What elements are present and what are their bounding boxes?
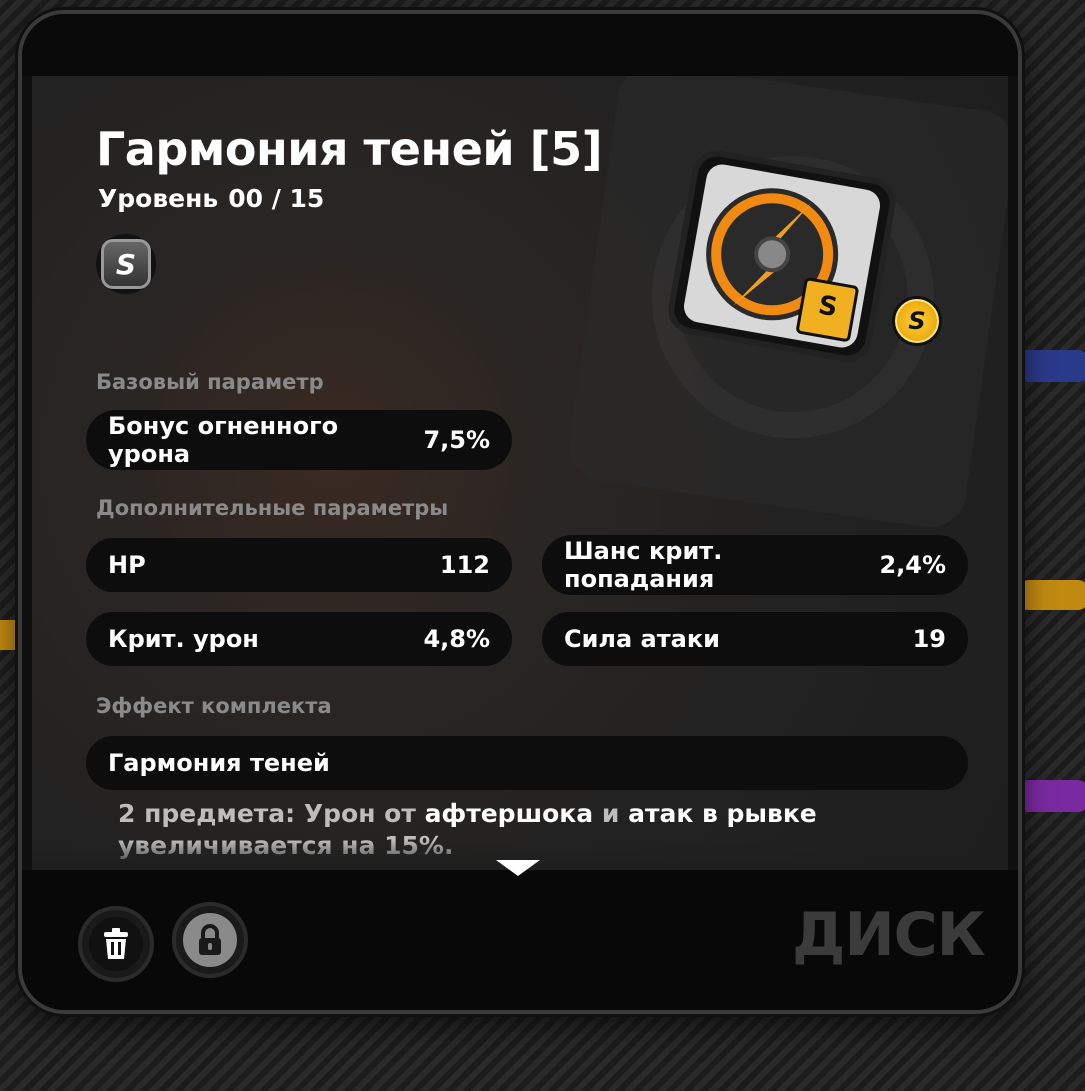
category-label: ДИСК	[792, 900, 986, 970]
lock-icon	[199, 924, 221, 955]
rank-letter: S	[101, 239, 151, 289]
item-title: Гармония теней [5]	[96, 122, 603, 176]
stat-label: Сила атаки	[564, 625, 720, 653]
stat-value: 19	[912, 625, 946, 653]
set-name: Гармония теней	[108, 749, 330, 777]
stat-label: Крит. урон	[108, 625, 259, 653]
rarity-letter: S	[895, 299, 939, 343]
disc-info-card: Гармония теней [5] Уровень 00 / 15 S S S …	[18, 10, 1022, 1014]
set-desc-keyword-dash: атак в рывке	[628, 799, 817, 828]
set-name-row: Гармония теней	[86, 736, 968, 790]
stat-value: 4,8%	[423, 625, 490, 653]
set-desc-mid: и	[593, 799, 629, 828]
stat-value: 112	[439, 551, 490, 579]
stat-row-hp: HP 112	[86, 538, 512, 592]
trash-icon	[104, 928, 128, 959]
level-value: 00 / 15	[228, 184, 325, 213]
set-effect-header: Эффект комплекта	[96, 694, 332, 718]
set-desc-keyword-aftershock: афтершока	[424, 799, 594, 828]
stat-row-crit-rate: Шанс крит. попадания 2,4%	[542, 535, 968, 595]
stat-row-crit-dmg: Крит. урон 4,8%	[86, 612, 512, 666]
chevron-down-icon[interactable]	[496, 860, 540, 876]
card-top-bar	[22, 14, 1018, 76]
bg-strip-gold	[1018, 580, 1085, 610]
lock-button[interactable]	[172, 902, 248, 978]
stat-row-atk: Сила атаки 19	[542, 612, 968, 666]
stat-label: Бонус огненного урона	[108, 412, 339, 468]
base-param-header: Базовый параметр	[96, 370, 324, 394]
stat-label: HP	[108, 551, 146, 579]
delete-button[interactable]	[78, 906, 154, 982]
item-level: Уровень 00 / 15	[98, 184, 324, 213]
drive-disc-image: S	[668, 150, 896, 362]
bg-strip-purple	[1018, 780, 1085, 812]
stat-label: Шанс крит. попадания	[564, 537, 723, 593]
detail-panel[interactable]: Гармония теней [5] Уровень 00 / 15 S S S …	[32, 76, 1008, 870]
trash-button-inner	[89, 917, 143, 971]
stat-value: 7,5%	[423, 426, 490, 454]
level-label: Уровень	[98, 184, 219, 213]
rarity-badge: S	[892, 296, 942, 346]
rank-badge: S	[96, 234, 156, 294]
lock-button-inner	[183, 913, 237, 967]
extra-params-header: Дополнительные параметры	[96, 496, 449, 520]
stat-value: 2,4%	[879, 551, 946, 579]
set-desc-prefix: 2 предмета: Урон от	[118, 799, 425, 828]
bg-strip-blue	[1018, 350, 1085, 382]
stat-row-base: Бонус огненного урона 7,5%	[86, 410, 512, 470]
